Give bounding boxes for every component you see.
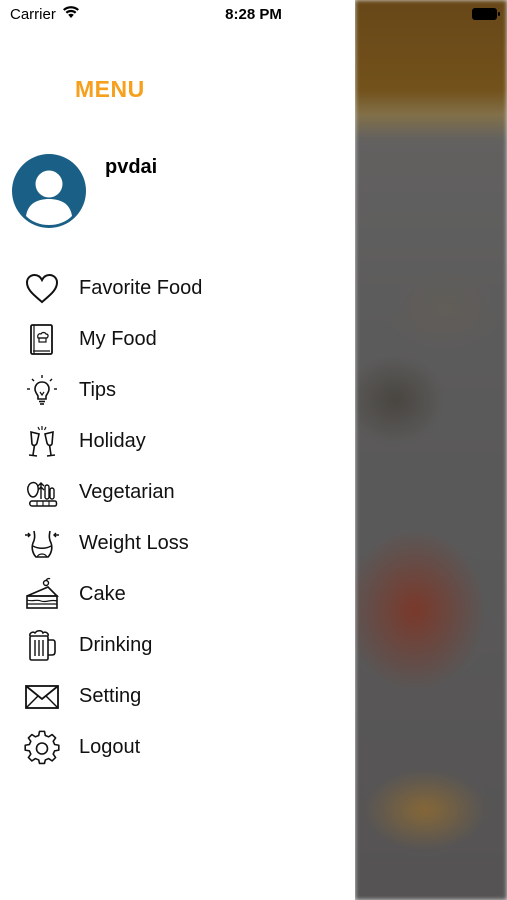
cake-slice-icon (24, 577, 60, 613)
menu-item-weight-loss[interactable]: Weight Loss (0, 519, 355, 570)
menu-item-label: Drinking (79, 634, 153, 656)
menu-list: Favorite Food My Food Tips Holiday Veget… (0, 264, 355, 774)
menu-item-cake[interactable]: Cake (0, 570, 355, 621)
menu-item-label: Logout (79, 736, 141, 758)
side-drawer: MENU pvdai Favorite Food My Food Tips Ho… (0, 0, 355, 900)
heart-icon (24, 271, 60, 307)
menu-item-label: Holiday (79, 430, 146, 452)
status-bar: Carrier 8:28 PM (0, 0, 507, 30)
menu-item-label: Weight Loss (79, 532, 189, 554)
menu-item-label: Setting (79, 685, 142, 707)
person-icon (26, 170, 72, 225)
username: pvdai (105, 156, 158, 178)
menu-item-label: Vegetarian (79, 481, 175, 503)
menu-item-my-food[interactable]: My Food (0, 315, 355, 366)
drawer-dismiss-overlay[interactable] (355, 0, 507, 900)
menu-item-label: Tips (79, 379, 117, 401)
menu-item-setting[interactable]: Setting (0, 672, 355, 723)
champagne-glasses-icon (24, 424, 60, 460)
menu-title: MENU (75, 76, 145, 102)
lightbulb-icon (24, 373, 60, 409)
gear-icon (24, 730, 60, 766)
menu-item-label: Favorite Food (79, 277, 203, 299)
battery-icon (472, 8, 500, 20)
envelope-icon (24, 679, 60, 715)
menu-item-vegetarian[interactable]: Vegetarian (0, 468, 355, 519)
menu-item-tips[interactable]: Tips (0, 366, 355, 417)
menu-item-label: Cake (79, 583, 126, 605)
menu-item-logout[interactable]: Logout (0, 723, 355, 774)
menu-item-label: My Food (79, 328, 157, 350)
user-avatar[interactable] (12, 154, 86, 228)
status-time: 8:28 PM (225, 6, 282, 23)
beer-mug-icon (24, 628, 60, 664)
menu-item-drinking[interactable]: Drinking (0, 621, 355, 672)
menu-item-holiday[interactable]: Holiday (0, 417, 355, 468)
menu-item-favorite-food[interactable]: Favorite Food (0, 264, 355, 315)
vegetables-icon (24, 475, 60, 511)
waist-icon (24, 526, 60, 562)
recipe-book-icon (24, 322, 60, 358)
